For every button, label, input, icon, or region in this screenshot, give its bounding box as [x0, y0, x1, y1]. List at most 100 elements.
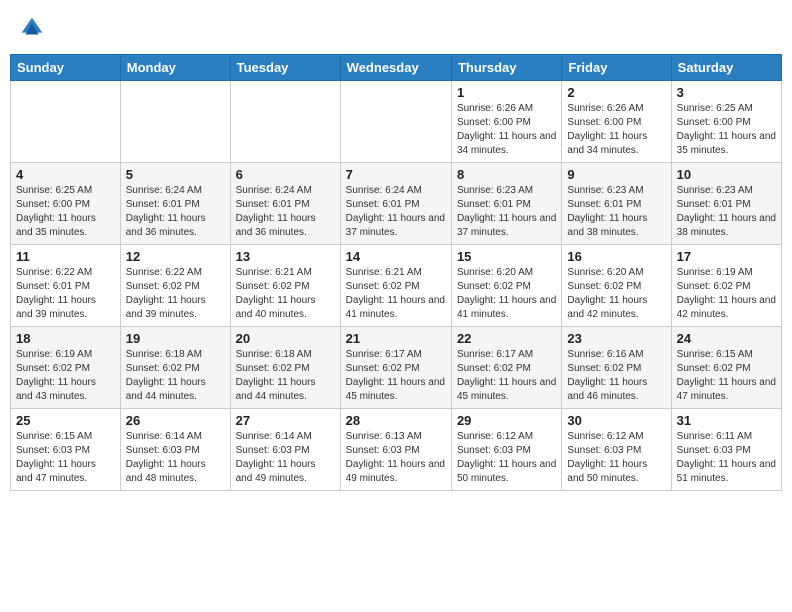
- day-info: Sunrise: 6:25 AM Sunset: 6:00 PM Dayligh…: [16, 184, 115, 240]
- day-info: Sunrise: 6:14 AM Sunset: 6:03 PM Dayligh…: [126, 430, 225, 486]
- day-info: Sunrise: 6:18 AM Sunset: 6:02 PM Dayligh…: [126, 348, 225, 404]
- day-info: Sunrise: 6:14 AM Sunset: 6:03 PM Dayligh…: [236, 430, 335, 486]
- calendar-cell: 28 Sunrise: 6:13 AM Sunset: 6:03 PM Dayli…: [340, 409, 451, 491]
- calendar-cell: 31 Sunrise: 6:11 AM Sunset: 6:03 PM Dayli…: [671, 409, 781, 491]
- day-info: Sunrise: 6:11 AM Sunset: 6:03 PM Dayligh…: [677, 430, 776, 486]
- calendar-cell: 15 Sunrise: 6:20 AM Sunset: 6:02 PM Dayli…: [451, 245, 561, 327]
- day-info: Sunrise: 6:17 AM Sunset: 6:02 PM Dayligh…: [457, 348, 556, 404]
- day-number: 27: [236, 413, 335, 428]
- day-info: Sunrise: 6:23 AM Sunset: 6:01 PM Dayligh…: [457, 184, 556, 240]
- day-number: 14: [346, 249, 446, 264]
- day-number: 15: [457, 249, 556, 264]
- day-info: Sunrise: 6:22 AM Sunset: 6:02 PM Dayligh…: [126, 266, 225, 322]
- calendar-header-row: SundayMondayTuesdayWednesdayThursdayFrid…: [11, 55, 782, 81]
- calendar-cell: 20 Sunrise: 6:18 AM Sunset: 6:02 PM Dayli…: [230, 327, 340, 409]
- logo-icon: [18, 14, 46, 42]
- day-header-tuesday: Tuesday: [230, 55, 340, 81]
- calendar-cell: [340, 81, 451, 163]
- day-info: Sunrise: 6:15 AM Sunset: 6:03 PM Dayligh…: [16, 430, 115, 486]
- day-number: 18: [16, 331, 115, 346]
- day-info: Sunrise: 6:24 AM Sunset: 6:01 PM Dayligh…: [126, 184, 225, 240]
- calendar-cell: 23Sunrise: 6:16 AM Sunset: 6:02 PM Dayli…: [562, 327, 671, 409]
- day-number: 7: [346, 167, 446, 182]
- day-info: Sunrise: 6:26 AM Sunset: 6:00 PM Dayligh…: [457, 102, 556, 158]
- calendar-cell: 27 Sunrise: 6:14 AM Sunset: 6:03 PM Dayli…: [230, 409, 340, 491]
- day-number: 10: [677, 167, 776, 182]
- day-number: 28: [346, 413, 446, 428]
- day-info: Sunrise: 6:19 AM Sunset: 6:02 PM Dayligh…: [677, 266, 776, 322]
- day-info: Sunrise: 6:12 AM Sunset: 6:03 PM Dayligh…: [567, 430, 665, 486]
- week-row-5: 25Sunrise: 6:15 AM Sunset: 6:03 PM Dayli…: [11, 409, 782, 491]
- day-number: 8: [457, 167, 556, 182]
- calendar-cell: 14 Sunrise: 6:21 AM Sunset: 6:02 PM Dayli…: [340, 245, 451, 327]
- day-number: 24: [677, 331, 776, 346]
- day-header-saturday: Saturday: [671, 55, 781, 81]
- calendar-cell: 13 Sunrise: 6:21 AM Sunset: 6:02 PM Dayli…: [230, 245, 340, 327]
- day-info: Sunrise: 6:23 AM Sunset: 6:01 PM Dayligh…: [567, 184, 665, 240]
- calendar-cell: 10 Sunrise: 6:23 AM Sunset: 6:01 PM Dayli…: [671, 163, 781, 245]
- calendar-cell: 3 Sunrise: 6:25 AM Sunset: 6:00 PM Daylig…: [671, 81, 781, 163]
- calendar-cell: 5 Sunrise: 6:24 AM Sunset: 6:01 PM Daylig…: [120, 163, 230, 245]
- day-number: 26: [126, 413, 225, 428]
- day-info: Sunrise: 6:24 AM Sunset: 6:01 PM Dayligh…: [236, 184, 335, 240]
- day-number: 31: [677, 413, 776, 428]
- day-info: Sunrise: 6:15 AM Sunset: 6:02 PM Dayligh…: [677, 348, 776, 404]
- calendar-cell: [120, 81, 230, 163]
- calendar-cell: 18 Sunrise: 6:19 AM Sunset: 6:02 PM Dayli…: [11, 327, 121, 409]
- day-info: Sunrise: 6:19 AM Sunset: 6:02 PM Dayligh…: [16, 348, 115, 404]
- day-info: Sunrise: 6:13 AM Sunset: 6:03 PM Dayligh…: [346, 430, 446, 486]
- calendar-cell: 11 Sunrise: 6:22 AM Sunset: 6:01 PM Dayli…: [11, 245, 121, 327]
- calendar-cell: 6 Sunrise: 6:24 AM Sunset: 6:01 PM Daylig…: [230, 163, 340, 245]
- day-number: 30: [567, 413, 665, 428]
- day-number: 9: [567, 167, 665, 182]
- day-number: 21: [346, 331, 446, 346]
- day-number: 1: [457, 85, 556, 100]
- calendar-cell: 7 Sunrise: 6:24 AM Sunset: 6:01 PM Daylig…: [340, 163, 451, 245]
- day-number: 13: [236, 249, 335, 264]
- calendar-cell: 24 Sunrise: 6:15 AM Sunset: 6:02 PM Dayli…: [671, 327, 781, 409]
- day-info: Sunrise: 6:26 AM Sunset: 6:00 PM Dayligh…: [567, 102, 665, 158]
- day-header-sunday: Sunday: [11, 55, 121, 81]
- day-info: Sunrise: 6:18 AM Sunset: 6:02 PM Dayligh…: [236, 348, 335, 404]
- day-info: Sunrise: 6:25 AM Sunset: 6:00 PM Dayligh…: [677, 102, 776, 158]
- week-row-4: 18 Sunrise: 6:19 AM Sunset: 6:02 PM Dayli…: [11, 327, 782, 409]
- day-info: Sunrise: 6:23 AM Sunset: 6:01 PM Dayligh…: [677, 184, 776, 240]
- day-number: 19: [126, 331, 225, 346]
- day-info: Sunrise: 6:22 AM Sunset: 6:01 PM Dayligh…: [16, 266, 115, 322]
- day-header-friday: Friday: [562, 55, 671, 81]
- day-number: 20: [236, 331, 335, 346]
- day-number: 5: [126, 167, 225, 182]
- calendar-cell: 19 Sunrise: 6:18 AM Sunset: 6:02 PM Dayli…: [120, 327, 230, 409]
- day-info: Sunrise: 6:12 AM Sunset: 6:03 PM Dayligh…: [457, 430, 556, 486]
- page-header: [10, 10, 782, 46]
- day-number: 17: [677, 249, 776, 264]
- day-header-monday: Monday: [120, 55, 230, 81]
- day-info: Sunrise: 6:20 AM Sunset: 6:02 PM Dayligh…: [457, 266, 556, 322]
- calendar-cell: 21Sunrise: 6:17 AM Sunset: 6:02 PM Dayli…: [340, 327, 451, 409]
- day-number: 2: [567, 85, 665, 100]
- calendar-cell: 2 Sunrise: 6:26 AM Sunset: 6:00 PM Daylig…: [562, 81, 671, 163]
- day-number: 29: [457, 413, 556, 428]
- day-number: 3: [677, 85, 776, 100]
- calendar-cell: 1 Sunrise: 6:26 AM Sunset: 6:00 PM Daylig…: [451, 81, 561, 163]
- calendar-cell: 16Sunrise: 6:20 AM Sunset: 6:02 PM Dayli…: [562, 245, 671, 327]
- calendar-cell: 12 Sunrise: 6:22 AM Sunset: 6:02 PM Dayli…: [120, 245, 230, 327]
- day-number: 11: [16, 249, 115, 264]
- day-number: 22: [457, 331, 556, 346]
- day-info: Sunrise: 6:21 AM Sunset: 6:02 PM Dayligh…: [346, 266, 446, 322]
- calendar-cell: 8 Sunrise: 6:23 AM Sunset: 6:01 PM Daylig…: [451, 163, 561, 245]
- day-info: Sunrise: 6:24 AM Sunset: 6:01 PM Dayligh…: [346, 184, 446, 240]
- day-number: 4: [16, 167, 115, 182]
- calendar-cell: 30 Sunrise: 6:12 AM Sunset: 6:03 PM Dayli…: [562, 409, 671, 491]
- calendar-cell: 4 Sunrise: 6:25 AM Sunset: 6:00 PM Daylig…: [11, 163, 121, 245]
- week-row-1: 1 Sunrise: 6:26 AM Sunset: 6:00 PM Daylig…: [11, 81, 782, 163]
- day-number: 6: [236, 167, 335, 182]
- day-header-thursday: Thursday: [451, 55, 561, 81]
- day-number: 23: [567, 331, 665, 346]
- calendar-table: SundayMondayTuesdayWednesdayThursdayFrid…: [10, 54, 782, 491]
- calendar-cell: 9 Sunrise: 6:23 AM Sunset: 6:01 PM Daylig…: [562, 163, 671, 245]
- calendar-cell: [230, 81, 340, 163]
- day-number: 12: [126, 249, 225, 264]
- calendar-cell: 29 Sunrise: 6:12 AM Sunset: 6:03 PM Dayli…: [451, 409, 561, 491]
- day-info: Sunrise: 6:21 AM Sunset: 6:02 PM Dayligh…: [236, 266, 335, 322]
